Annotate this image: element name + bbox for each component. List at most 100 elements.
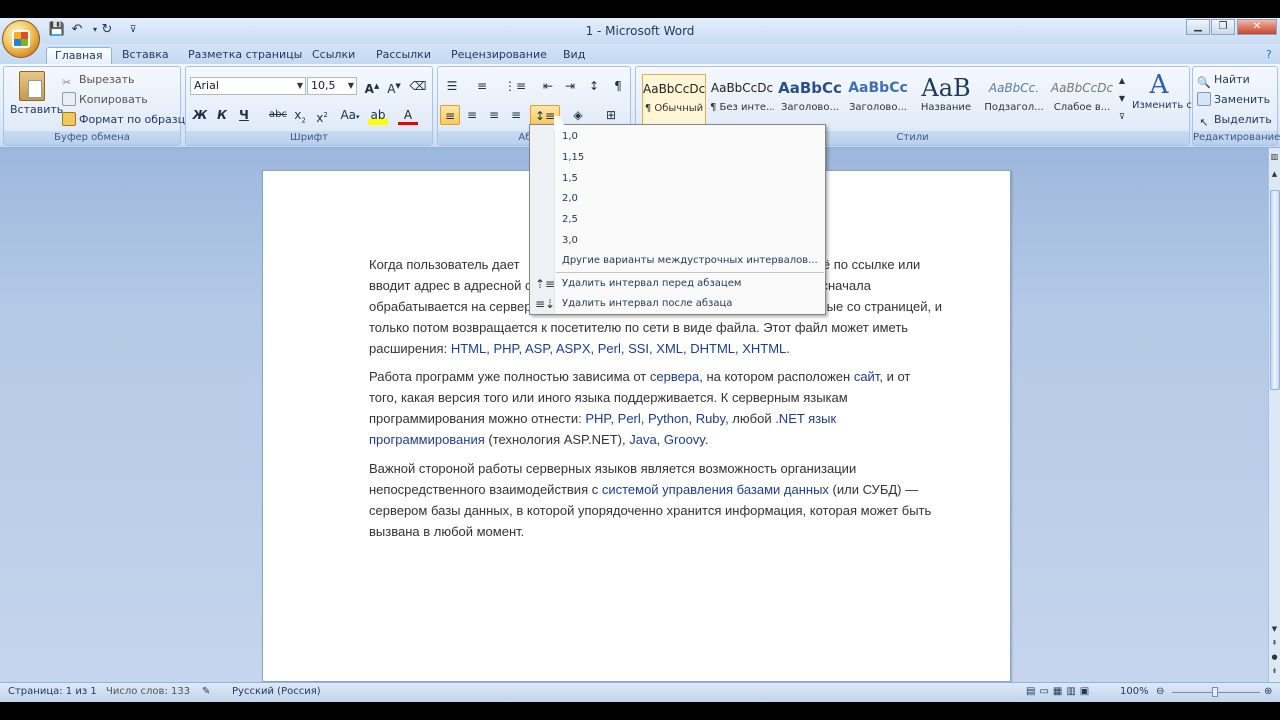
replace-button[interactable]: Заменить — [1197, 91, 1270, 109]
change-styles-button[interactable]: A Изменить стили — [1132, 70, 1217, 111]
font-size-combo[interactable]: 10,5 ▼ — [307, 77, 357, 95]
style-subtitle[interactable]: AaBbCc. Подзагол... — [982, 74, 1046, 126]
style-subtle-emphasis[interactable]: AaBbCcDc Слабое в... — [1050, 74, 1114, 126]
shading-icon[interactable]: ◈ — [564, 105, 592, 125]
language-indicator[interactable]: Русский (Россия) — [232, 686, 321, 697]
clear-format-icon[interactable]: ⌫ — [408, 76, 428, 96]
style-heading-1[interactable]: AaBbCc Заголово... — [778, 74, 842, 126]
proofing-icon[interactable]: ✎ — [202, 686, 210, 697]
zoom-level[interactable]: 100% — [1120, 686, 1149, 697]
underline-icon[interactable]: Ч — [234, 105, 254, 125]
redo-icon[interactable]: ↻ — [98, 21, 116, 39]
customize-qat-icon[interactable]: ⊽ — [124, 21, 142, 39]
maximize-button[interactable]: ❐ — [1211, 19, 1235, 35]
tab-view[interactable]: Вид — [555, 47, 593, 65]
numbering-icon[interactable]: ≡ — [472, 76, 492, 96]
superscript-icon[interactable]: x2 — [312, 105, 332, 125]
minimize-button[interactable]: ▁ — [1186, 19, 1210, 35]
style-title[interactable]: AaB Название — [914, 74, 978, 126]
clipboard-group: Вставить ✂ Вырезать Копировать Формат по … — [3, 66, 192, 146]
find-button[interactable]: 🔍 Найти — [1197, 71, 1250, 89]
site-link[interactable]: сайт — [854, 369, 880, 384]
sort-icon[interactable]: ↕ — [584, 76, 604, 96]
spacing-option[interactable]: 1,5 — [562, 169, 578, 189]
paragraph-2: Работа программ уже полностью зависима о… — [369, 369, 911, 447]
office-button[interactable] — [2, 20, 40, 58]
java-groovy-link[interactable]: Java, Groovy — [629, 432, 705, 447]
style-normal[interactable]: AaBbCcDc ¶ Обычный — [642, 74, 706, 126]
spacing-option[interactable]: 2,0 — [562, 189, 578, 209]
page-count[interactable]: Страница: 1 из 1 — [8, 686, 97, 697]
paste-button[interactable]: Вставить — [10, 71, 63, 119]
dotnet-link[interactable]: .NET язык — [775, 411, 836, 426]
borders-icon[interactable]: ⊞ — [596, 105, 626, 125]
remove-space-after[interactable]: Удалить интервал после абзаца — [562, 294, 732, 314]
cut-button[interactable]: ✂ Вырезать — [62, 71, 134, 89]
line-spacing-menu: 1,0 1,15 1,5 2,0 2,5 3,0 Другие варианты… — [529, 124, 826, 315]
languages-link[interactable]: PHP, Perl, Python, Ruby — [585, 411, 725, 426]
justify-icon[interactable]: ≡ — [506, 105, 526, 125]
cursor-arrow-icon: ↖ — [1199, 116, 1209, 129]
copy-button[interactable]: Копировать — [62, 91, 148, 109]
remove-space-before[interactable]: Удалить интервал перед абзацем — [562, 274, 741, 294]
editing-label: Редактирование — [1193, 131, 1280, 145]
help-icon[interactable]: ? — [1262, 47, 1276, 65]
dbms-link[interactable]: системой управления базами данных — [602, 482, 829, 497]
view-buttons-icon[interactable]: ▤▭▦▥▣ — [1026, 686, 1093, 697]
font-color-icon[interactable]: A — [398, 105, 418, 125]
align-right-icon[interactable]: ≡ — [484, 105, 504, 125]
tab-references[interactable]: Ссылки — [304, 47, 363, 65]
title-bar: 1 - Microsoft Word 💾 ↶ ▾ ↻ ⊽ ▁ ❐ ✕ — [0, 18, 1280, 44]
status-bar: Страница: 1 из 1 Число слов: 133 ✎ Русск… — [0, 682, 1280, 702]
zoom-in-icon[interactable]: ⊕ — [1264, 686, 1272, 697]
undo-icon[interactable]: ↶ — [68, 21, 86, 39]
spacing-option[interactable]: 1,0 — [562, 127, 578, 147]
styles-scroll-icon[interactable]: ▲ ▼ ⊽ — [1116, 72, 1128, 128]
style-heading-2[interactable]: AaBbCc Заголово... — [846, 74, 910, 126]
save-icon[interactable]: 💾 — [48, 21, 66, 39]
scroll-up-icon[interactable]: ▲ — [1269, 170, 1280, 184]
ruler-toggle-icon[interactable]: ▥ — [1269, 152, 1280, 166]
decrease-indent-icon[interactable]: ⇤ — [538, 76, 558, 96]
format-painter-button[interactable]: Формат по образцу — [62, 111, 192, 129]
tab-page-layout[interactable]: Разметка страницы — [180, 47, 310, 65]
word-count[interactable]: Число слов: 133 — [106, 686, 190, 697]
scrollbar-thumb[interactable] — [1270, 190, 1280, 390]
select-button[interactable]: ↖ Выделить — [1197, 111, 1271, 129]
clipboard-label: Буфер обмена — [4, 131, 180, 145]
show-marks-icon[interactable]: ¶ — [608, 76, 628, 96]
tab-insert[interactable]: Вставка — [114, 47, 177, 65]
subscript-icon[interactable]: x2 — [290, 105, 310, 125]
ribbon-tabs: Главная Вставка Разметка страницы Ссылки… — [0, 44, 1280, 65]
spacing-option[interactable]: 1,15 — [562, 148, 584, 168]
italic-icon[interactable]: К — [212, 105, 232, 125]
spacing-option[interactable]: 3,0 — [562, 231, 578, 251]
tab-review[interactable]: Рецензирование — [443, 47, 555, 65]
zoom-slider-thumb[interactable] — [1212, 687, 1218, 697]
replace-icon — [1197, 92, 1211, 106]
tab-mailings[interactable]: Рассылки — [368, 47, 439, 65]
extensions-link[interactable]: HTML, PHP, ASP, ASPX, Perl, SSI, XML, DH… — [451, 341, 790, 356]
increase-indent-icon[interactable]: ⇥ — [560, 76, 580, 96]
shrink-font-icon[interactable]: A▼ — [384, 76, 404, 96]
bullets-icon[interactable]: ☰ — [442, 76, 462, 96]
close-button[interactable]: ✕ — [1237, 19, 1277, 35]
tab-home[interactable]: Главная — [46, 47, 112, 65]
align-left-icon[interactable]: ≡ — [440, 105, 460, 125]
font-name-combo[interactable]: Arial ▼ — [190, 77, 306, 95]
highlight-icon[interactable]: ab — [368, 105, 388, 125]
chevron-down-icon: ▼ — [296, 81, 303, 90]
bold-icon[interactable]: Ж — [190, 105, 210, 125]
server-link[interactable]: сервера — [650, 369, 699, 384]
programming-link[interactable]: программирования — [369, 432, 485, 447]
more-spacing-options[interactable]: Другие варианты междустрочных интервалов… — [562, 251, 818, 271]
style-no-spacing[interactable]: AaBbCcDc ¶ Без инте... — [710, 74, 774, 126]
change-case-button[interactable]: Aa▾ — [336, 105, 364, 125]
strikethrough-icon[interactable]: abc — [268, 105, 288, 125]
browse-buttons-icon[interactable]: ▼ ⇞ ● ⇟ — [1269, 622, 1280, 680]
align-center-icon[interactable]: ≡ — [462, 105, 482, 125]
grow-font-icon[interactable]: A▲ — [362, 76, 382, 96]
multilevel-list-icon[interactable]: ⋮≡ — [504, 76, 526, 96]
spacing-option[interactable]: 2,5 — [562, 210, 578, 230]
zoom-out-icon[interactable]: ⊖ — [1156, 686, 1164, 697]
